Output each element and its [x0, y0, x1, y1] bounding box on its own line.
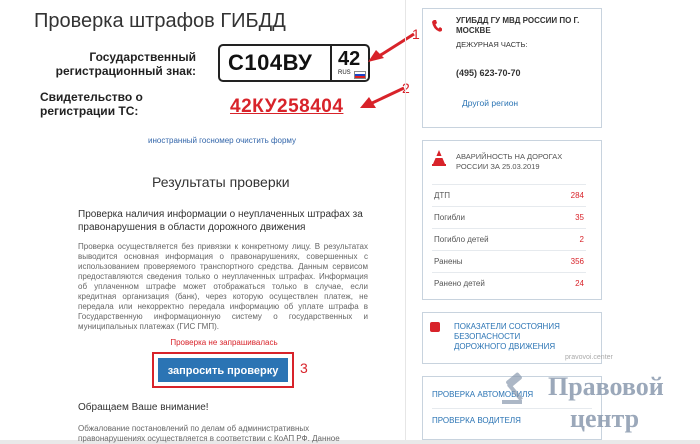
traffic-cone-icon [432, 150, 446, 166]
gavel-logo-icon [502, 372, 523, 404]
flag-icon [354, 71, 366, 79]
stat-row: ДТП 284 [432, 184, 586, 206]
stat-value: 2 [579, 235, 584, 244]
stat-label: Ранено детей [434, 279, 485, 288]
results-body: Проверка осуществляется без привязки к к… [78, 242, 368, 331]
request-check-button[interactable]: запросить проверку [158, 358, 288, 382]
cert-label: Свидетельство о регистрации ТС: [40, 90, 143, 118]
watermark-line2: центр [570, 404, 640, 433]
annotation-3: 3 [300, 360, 308, 376]
column-divider [405, 0, 406, 440]
stat-label: Погибло детей [434, 235, 489, 244]
accidents-title: АВАРИЙНОСТЬ НА ДОРОГАХ РОССИИ ЗА 25.03.2… [456, 152, 563, 171]
plate-label: Государственный регистрационный знак: [55, 50, 196, 78]
stat-row: Ранено детей 24 [432, 272, 586, 294]
stat-row: Погибли 35 [432, 206, 586, 228]
gibdd-title: УГИБДД ГУ МВД РОССИИ ПО Г. МОСКВЕ [456, 16, 580, 35]
phone-number: (495) 623-70-70 [456, 68, 521, 78]
notice-heading: Обращаем Ваше внимание! [78, 402, 209, 413]
stat-value: 24 [575, 279, 584, 288]
plate-country: RUS [338, 70, 351, 76]
annotation-1: 1 [412, 26, 420, 42]
stat-value: 35 [575, 213, 584, 222]
divider [432, 408, 592, 409]
form-links[interactable]: иностранный госномер очистить форму [148, 136, 296, 145]
stat-value: 284 [570, 191, 584, 200]
page-title: Проверка штрафов ГИБДД [34, 10, 286, 32]
plate-number: С104ВУ [228, 50, 313, 75]
stat-row: Ранены 356 [432, 250, 586, 272]
check-driver-link[interactable]: ПРОВЕРКА ВОДИТЕЛЯ [432, 416, 521, 425]
plate-region: 42 [338, 48, 361, 70]
stat-value: 356 [570, 257, 584, 266]
watermark-line1: Правовой [548, 372, 664, 401]
plate-divider [330, 46, 332, 80]
stat-label: Ранены [434, 257, 463, 266]
request-button-highlight: запросить проверку [152, 352, 294, 388]
indicators-link[interactable]: ПОКАЗАТЕЛИ СОСТОЯНИЯ БЕЗОПАСНОСТИ ДОРОЖН… [454, 322, 574, 352]
stat-label: ДТП [434, 191, 451, 200]
duty-label: ДЕЖУРНАЯ ЧАСТЬ: [456, 40, 528, 49]
stat-row: Погибло детей 2 [432, 228, 586, 250]
plate-input[interactable]: С104ВУ 42 RUS [218, 44, 370, 82]
status-text: Проверка не запрашивалась [170, 338, 278, 347]
phone-icon [432, 20, 442, 32]
stat-label: Погибли [434, 213, 465, 222]
shield-icon [430, 322, 440, 332]
results-title: Результаты проверки [152, 174, 290, 190]
watermark-url: pravovoi.center [565, 354, 613, 361]
other-region-link[interactable]: Другой регион [462, 98, 518, 108]
cert-input[interactable]: 42КУ258404 [230, 96, 343, 118]
footer-text: Обжалование постановлений по делам об ад… [78, 424, 340, 443]
page: Проверка штрафов ГИБДД Государственный р… [0, 0, 700, 443]
results-subtitle: Проверка наличия информации о неуплаченн… [78, 209, 363, 233]
